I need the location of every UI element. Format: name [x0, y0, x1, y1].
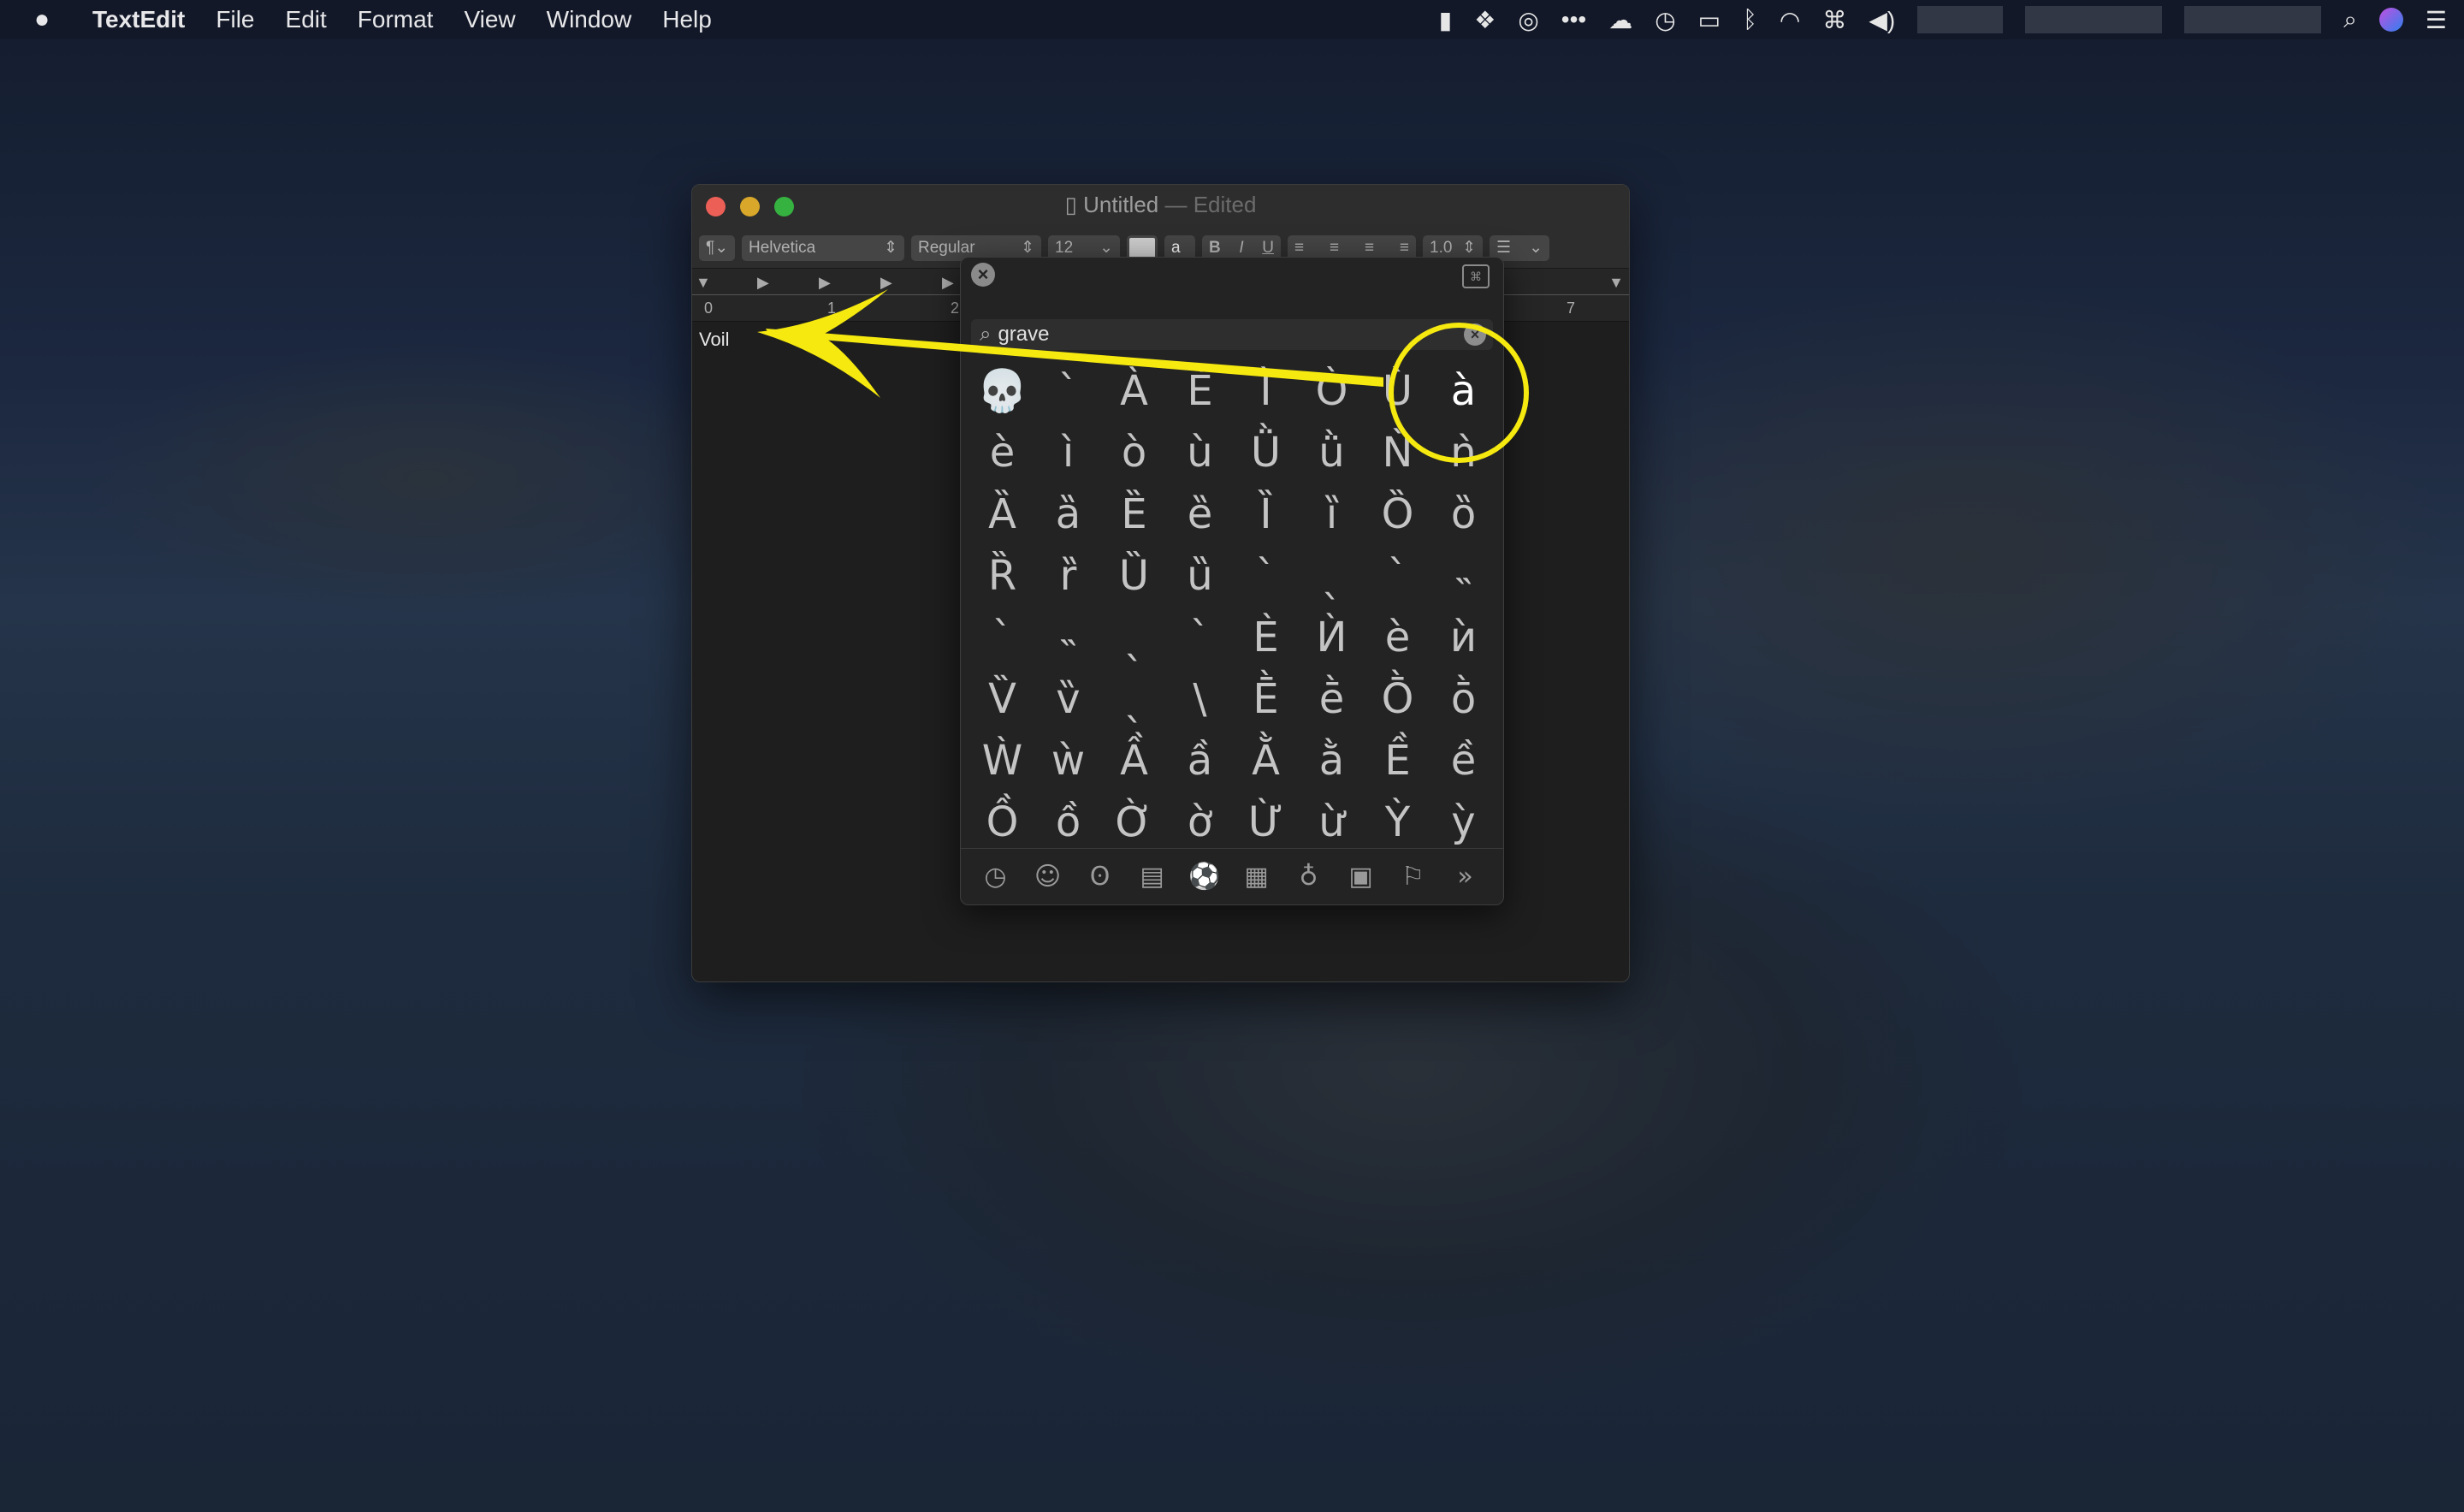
annotation-overlay — [757, 289, 1529, 463]
highlight-circle — [1389, 323, 1529, 463]
